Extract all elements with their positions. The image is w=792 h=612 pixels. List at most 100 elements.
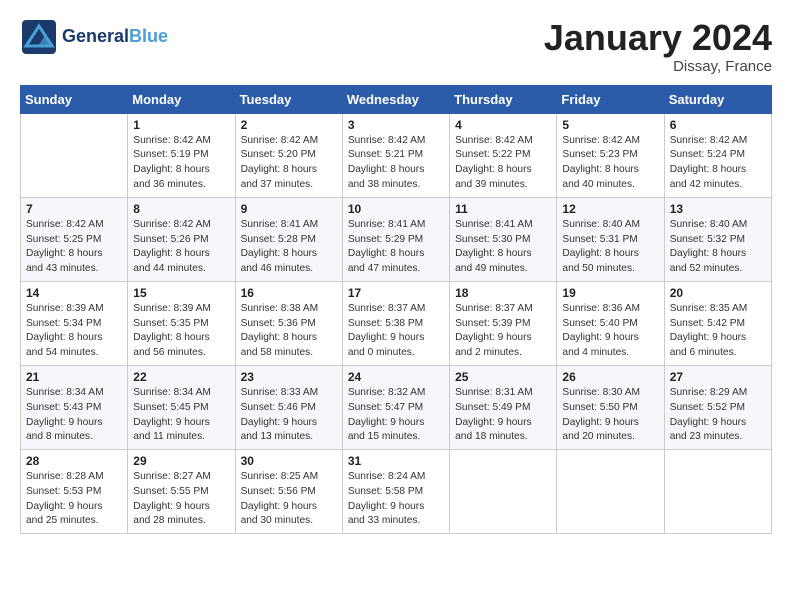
week-row-5: 28 Sunrise: 8:28 AMSunset: 5:53 PMDayligh… [21,450,772,534]
day-number: 18 [455,286,551,300]
calendar-cell: 17 Sunrise: 8:37 AMSunset: 5:38 PMDayligh… [342,281,449,365]
day-number: 15 [133,286,229,300]
day-number: 10 [348,202,444,216]
day-header-saturday: Saturday [664,85,771,113]
day-number: 20 [670,286,766,300]
day-info: Sunrise: 8:39 AMSunset: 5:34 PMDaylight:… [26,302,122,361]
logo: GeneralBlue [20,18,168,56]
calendar-cell: 5 Sunrise: 8:42 AMSunset: 5:23 PMDaylight… [557,113,664,197]
week-row-3: 14 Sunrise: 8:39 AMSunset: 5:34 PMDayligh… [21,281,772,365]
day-header-monday: Monday [128,85,235,113]
month-title: January 2024 [544,18,772,58]
calendar-cell: 6 Sunrise: 8:42 AMSunset: 5:24 PMDaylight… [664,113,771,197]
day-info: Sunrise: 8:34 AMSunset: 5:45 PMDaylight:… [133,386,229,445]
day-number: 25 [455,370,551,384]
day-number: 31 [348,454,444,468]
calendar-cell [450,450,557,534]
day-info: Sunrise: 8:37 AMSunset: 5:39 PMDaylight:… [455,302,551,361]
day-info: Sunrise: 8:39 AMSunset: 5:35 PMDaylight:… [133,302,229,361]
day-info: Sunrise: 8:33 AMSunset: 5:46 PMDaylight:… [241,386,337,445]
calendar-table: SundayMondayTuesdayWednesdayThursdayFrid… [20,85,772,535]
day-info: Sunrise: 8:38 AMSunset: 5:36 PMDaylight:… [241,302,337,361]
location: Dissay, France [544,58,772,75]
day-number: 2 [241,118,337,132]
day-header-friday: Friday [557,85,664,113]
calendar-cell: 11 Sunrise: 8:41 AMSunset: 5:30 PMDayligh… [450,197,557,281]
day-info: Sunrise: 8:41 AMSunset: 5:28 PMDaylight:… [241,218,337,277]
header: GeneralBlue January 2024 Dissay, France [20,18,772,75]
day-number: 21 [26,370,122,384]
calendar-cell: 13 Sunrise: 8:40 AMSunset: 5:32 PMDayligh… [664,197,771,281]
day-number: 13 [670,202,766,216]
day-info: Sunrise: 8:42 AMSunset: 5:23 PMDaylight:… [562,134,658,193]
calendar-cell: 25 Sunrise: 8:31 AMSunset: 5:49 PMDayligh… [450,365,557,449]
day-info: Sunrise: 8:34 AMSunset: 5:43 PMDaylight:… [26,386,122,445]
day-info: Sunrise: 8:30 AMSunset: 5:50 PMDaylight:… [562,386,658,445]
day-info: Sunrise: 8:28 AMSunset: 5:53 PMDaylight:… [26,470,122,529]
calendar-cell: 21 Sunrise: 8:34 AMSunset: 5:43 PMDayligh… [21,365,128,449]
calendar-cell: 10 Sunrise: 8:41 AMSunset: 5:29 PMDayligh… [342,197,449,281]
day-info: Sunrise: 8:37 AMSunset: 5:38 PMDaylight:… [348,302,444,361]
day-number: 28 [26,454,122,468]
calendar-cell: 7Sunrise: 8:42 AMSunset: 5:25 PMDaylight… [21,197,128,281]
calendar-cell: 1 Sunrise: 8:42 AMSunset: 5:19 PMDaylight… [128,113,235,197]
day-info: Sunrise: 8:40 AMSunset: 5:31 PMDaylight:… [562,218,658,277]
day-number: 24 [348,370,444,384]
day-number: 14 [26,286,122,300]
day-info: Sunrise: 8:41 AMSunset: 5:30 PMDaylight:… [455,218,551,277]
day-info: Sunrise: 8:42 AMSunset: 5:26 PMDaylight:… [133,218,229,277]
day-info: Sunrise: 8:41 AMSunset: 5:29 PMDaylight:… [348,218,444,277]
day-info: Sunrise: 8:24 AMSunset: 5:58 PMDaylight:… [348,470,444,529]
day-number: 12 [562,202,658,216]
calendar-cell [664,450,771,534]
day-info: Sunrise: 8:29 AMSunset: 5:52 PMDaylight:… [670,386,766,445]
logo-blue: Blue [129,26,168,46]
calendar-cell: 3 Sunrise: 8:42 AMSunset: 5:21 PMDaylight… [342,113,449,197]
calendar-cell: 23 Sunrise: 8:33 AMSunset: 5:46 PMDayligh… [235,365,342,449]
day-number: 11 [455,202,551,216]
day-number: 27 [670,370,766,384]
day-info: Sunrise: 8:42 AMSunset: 5:20 PMDaylight:… [241,134,337,193]
day-info: Sunrise: 8:31 AMSunset: 5:49 PMDaylight:… [455,386,551,445]
day-header-tuesday: Tuesday [235,85,342,113]
day-number: 26 [562,370,658,384]
day-number: 1 [133,118,229,132]
day-info: Sunrise: 8:27 AMSunset: 5:55 PMDaylight:… [133,470,229,529]
logo-icon [20,18,58,56]
day-number: 23 [241,370,337,384]
day-number: 4 [455,118,551,132]
calendar-cell: 29 Sunrise: 8:27 AMSunset: 5:55 PMDayligh… [128,450,235,534]
calendar-cell [557,450,664,534]
day-number: 22 [133,370,229,384]
day-info: Sunrise: 8:35 AMSunset: 5:42 PMDaylight:… [670,302,766,361]
day-info: Sunrise: 8:36 AMSunset: 5:40 PMDaylight:… [562,302,658,361]
day-number: 29 [133,454,229,468]
day-number: 5 [562,118,658,132]
title-block: January 2024 Dissay, France [544,18,772,75]
day-info: Sunrise: 8:40 AMSunset: 5:32 PMDaylight:… [670,218,766,277]
day-number: 6 [670,118,766,132]
calendar-cell: 24 Sunrise: 8:32 AMSunset: 5:47 PMDayligh… [342,365,449,449]
day-number: 17 [348,286,444,300]
calendar-cell: 28 Sunrise: 8:28 AMSunset: 5:53 PMDayligh… [21,450,128,534]
week-row-2: 7Sunrise: 8:42 AMSunset: 5:25 PMDaylight… [21,197,772,281]
day-header-thursday: Thursday [450,85,557,113]
calendar-cell: 19Sunrise: 8:36 AMSunset: 5:40 PMDayligh… [557,281,664,365]
day-info: Sunrise: 8:32 AMSunset: 5:47 PMDaylight:… [348,386,444,445]
calendar-cell: 20 Sunrise: 8:35 AMSunset: 5:42 PMDayligh… [664,281,771,365]
day-number: 30 [241,454,337,468]
calendar-cell: 8 Sunrise: 8:42 AMSunset: 5:26 PMDaylight… [128,197,235,281]
day-info: Sunrise: 8:42 AMSunset: 5:25 PMDaylight:… [26,218,122,277]
day-number: 3 [348,118,444,132]
week-row-4: 21 Sunrise: 8:34 AMSunset: 5:43 PMDayligh… [21,365,772,449]
calendar-cell: 14 Sunrise: 8:39 AMSunset: 5:34 PMDayligh… [21,281,128,365]
calendar-cell: 9Sunrise: 8:41 AMSunset: 5:28 PMDaylight… [235,197,342,281]
day-info: Sunrise: 8:42 AMSunset: 5:24 PMDaylight:… [670,134,766,193]
calendar-cell: 22 Sunrise: 8:34 AMSunset: 5:45 PMDayligh… [128,365,235,449]
day-info: Sunrise: 8:42 AMSunset: 5:19 PMDaylight:… [133,134,229,193]
day-header-wednesday: Wednesday [342,85,449,113]
calendar-cell: 26 Sunrise: 8:30 AMSunset: 5:50 PMDayligh… [557,365,664,449]
calendar-body: 1 Sunrise: 8:42 AMSunset: 5:19 PMDaylight… [21,113,772,534]
day-number: 8 [133,202,229,216]
day-info: Sunrise: 8:42 AMSunset: 5:21 PMDaylight:… [348,134,444,193]
